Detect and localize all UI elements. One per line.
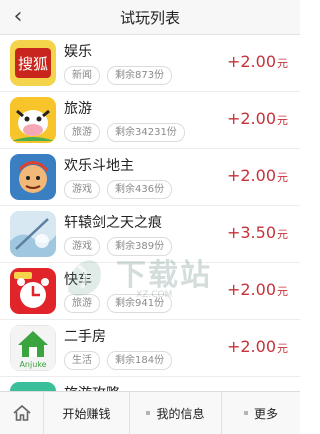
- list-item[interactable]: 欢乐斗地主 游戏 剩余436份 +2.00元: [0, 149, 300, 206]
- alarm-clock-icon: [10, 268, 56, 314]
- app-name: 娱乐: [64, 44, 92, 60]
- tab-label: 我的信息: [156, 406, 205, 421]
- remaining-tag: 剩余184份: [107, 351, 173, 370]
- reward-amount: +2.00元: [226, 337, 288, 356]
- remaining-tag: 剩余436份: [107, 180, 173, 199]
- menu-dot-icon: [243, 411, 248, 415]
- svg-text:搜狐: 搜狐: [18, 55, 48, 73]
- app-list: 搜狐 娱乐 新闻 剩余873份 +2.00元 旅游 旅游 剩余34231份 +2…: [0, 35, 300, 391]
- tab-home[interactable]: [0, 392, 44, 434]
- list-item[interactable]: 快车 旅游 剩余941份 +2.00元: [0, 263, 300, 320]
- app-name: 二手房: [64, 329, 106, 345]
- remaining-tag: 剩余34231份: [107, 123, 185, 142]
- tab-my-info[interactable]: 我的信息: [130, 392, 222, 434]
- sword-game-icon: [10, 211, 56, 257]
- category-tag: 生活: [64, 351, 100, 370]
- category-tag: 游戏: [64, 180, 100, 199]
- app-name: 旅游攻略: [64, 383, 120, 391]
- reward-amount: +2.00元: [226, 166, 288, 185]
- sohu-fox-icon: 搜狐: [10, 40, 56, 86]
- travel-guide-icon: [10, 382, 56, 391]
- category-tag: 旅游: [64, 294, 100, 313]
- app-name: 旅游: [64, 101, 92, 117]
- chevron-left-icon: ‹: [13, 4, 23, 29]
- remaining-tag: 剩余873份: [107, 66, 173, 85]
- app-name: 快车: [64, 272, 92, 288]
- app-name: 欢乐斗地主: [64, 158, 134, 174]
- home-icon: [12, 404, 31, 421]
- tab-start-earning[interactable]: 开始赚钱: [44, 392, 130, 434]
- landlord-game-icon: [10, 154, 56, 200]
- category-tag: 新闻: [64, 66, 100, 85]
- app-name: 轩辕剑之天之痕: [64, 215, 162, 231]
- tab-label: 更多: [253, 406, 278, 421]
- menu-dot-icon: [146, 411, 151, 415]
- remaining-tag: 剩余389份: [107, 237, 173, 256]
- svg-text:Anjuke: Anjuke: [19, 360, 46, 369]
- list-item[interactable]: Anjuke 二手房 生活 剩余184份 +2.00元: [0, 320, 300, 377]
- category-tag: 游戏: [64, 237, 100, 256]
- anjuke-house-icon: Anjuke: [10, 325, 56, 371]
- reward-amount: +2.00元: [226, 109, 288, 128]
- list-item[interactable]: 旅游 旅游 剩余34231份 +2.00元: [0, 92, 300, 149]
- remaining-tag: 剩余941份: [107, 294, 173, 313]
- reward-amount: +3.50元: [226, 223, 288, 242]
- bottom-tabbar: 开始赚钱 我的信息 更多: [0, 391, 300, 434]
- reward-amount: +2.00元: [226, 280, 288, 299]
- reward-amount: +2.00元: [226, 52, 288, 71]
- back-button[interactable]: ‹: [6, 4, 30, 30]
- list-item[interactable]: 旅游攻略: [0, 377, 300, 391]
- cow-travel-icon: [10, 97, 56, 143]
- tab-label: 开始赚钱: [62, 406, 111, 421]
- list-item[interactable]: 搜狐 娱乐 新闻 剩余873份 +2.00元: [0, 35, 300, 92]
- page-title: 试玩列表: [119, 8, 180, 27]
- navbar: ‹ 试玩列表: [0, 0, 300, 35]
- tab-more[interactable]: 更多: [222, 392, 300, 434]
- category-tag: 旅游: [64, 123, 100, 142]
- list-item[interactable]: 轩辕剑之天之痕 游戏 剩余389份 +3.50元: [0, 206, 300, 263]
